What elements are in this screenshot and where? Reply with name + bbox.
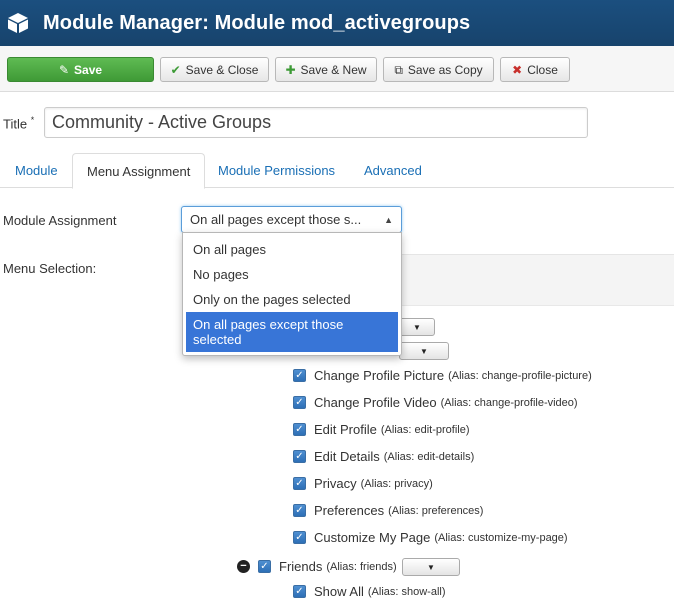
item-name: Friends [279, 559, 323, 574]
title-label: Title * [3, 115, 34, 131]
dropdown-option[interactable]: On all pages [183, 242, 401, 257]
checkbox-checked-icon[interactable]: ✓ [293, 585, 306, 598]
item-name: Edit Profile [314, 422, 377, 437]
item-name: Customize My Page [314, 530, 431, 545]
select-value: On all pages except those s... [190, 212, 362, 227]
list-item[interactable]: ✓ Change Profile Picture (Alias: change-… [293, 368, 592, 383]
list-item[interactable]: ✓ Change Profile Video (Alias: change-pr… [293, 395, 578, 410]
item-alias: (Alias: show-all) [367, 585, 446, 598]
item-name: Change Profile Picture [314, 368, 445, 383]
tab-bar: Module Menu Assignment Module Permission… [0, 153, 674, 189]
checkbox-checked-icon[interactable]: ✓ [293, 531, 306, 544]
module-assignment-label: Module Assignment [3, 213, 117, 228]
item-alias: (Alias: edit-profile) [380, 423, 470, 436]
item-name: Privacy [314, 476, 357, 491]
menu-options-button[interactable]: ▼ [399, 342, 449, 360]
close-label: Close [527, 62, 558, 77]
item-alias: (Alias: friends) [326, 560, 397, 573]
caret-down-icon: ▼ [427, 562, 435, 572]
title-input-value: Community - Active Groups [52, 112, 272, 132]
check-icon: ✔ [170, 62, 181, 77]
menu-selection-label: Menu Selection: [3, 261, 97, 276]
list-item[interactable]: ✓ Edit Details (Alias: edit-details) [293, 449, 474, 464]
close-button[interactable]: ✖ Close [500, 57, 570, 82]
item-alias: (Alias: change-profile-video) [440, 396, 578, 409]
save-button-label: Save [74, 62, 103, 77]
checkbox-checked-icon[interactable]: ✓ [293, 369, 306, 382]
save-copy-button[interactable]: ⧉ Save as Copy [383, 57, 494, 82]
save-close-label: Save & Close [185, 62, 259, 77]
assignment-dropdown: On all pages No pages Only on the pages … [182, 232, 402, 356]
save-copy-label: Save as Copy [407, 62, 483, 77]
checkbox-checked-icon[interactable]: ✓ [293, 504, 306, 517]
module-assignment-select[interactable]: On all pages except those s... ▲ [181, 206, 402, 233]
item-alias: (Alias: preferences) [388, 504, 484, 517]
item-alias: (Alias: customize-my-page) [434, 531, 568, 544]
required-marker: * [30, 115, 35, 125]
save-new-button[interactable]: ✚ Save & New [275, 57, 377, 82]
save-new-label: Save & New [300, 62, 367, 77]
checkbox-checked-icon[interactable]: ✓ [258, 560, 271, 573]
close-icon: ✖ [512, 62, 523, 77]
checkbox-checked-icon[interactable]: ✓ [293, 450, 306, 463]
list-item[interactable]: ✓ Customize My Page (Alias: customize-my… [293, 530, 568, 545]
checkbox-checked-icon[interactable]: ✓ [293, 396, 306, 409]
cube-icon [8, 13, 28, 33]
edit-icon: ✎ [58, 62, 70, 77]
list-item[interactable]: ✓ Preferences (Alias: preferences) [293, 503, 483, 518]
list-item[interactable]: ✓ Friends (Alias: friends) [258, 559, 397, 574]
title-input[interactable]: Community - Active Groups [44, 107, 588, 138]
dropdown-option[interactable]: Only on the pages selected [183, 292, 401, 307]
friends-options-button[interactable]: ▼ [402, 558, 460, 576]
list-item[interactable]: ✓ Show All (Alias: show-all) [293, 584, 446, 599]
copy-icon: ⧉ [394, 62, 403, 77]
item-alias: (Alias: edit-details) [383, 450, 475, 463]
dropdown-option[interactable]: No pages [183, 267, 401, 282]
plus-icon: ✚ [285, 62, 296, 77]
page-title: Module Manager: Module mod_activegroups [43, 11, 471, 34]
item-alias: (Alias: privacy) [360, 477, 433, 490]
item-alias: (Alias: change-profile-picture) [448, 369, 592, 382]
list-item[interactable]: ✓ Edit Profile (Alias: edit-profile) [293, 422, 470, 437]
caret-up-icon: ▲ [384, 214, 393, 225]
item-name: Preferences [314, 503, 385, 518]
checkbox-checked-icon[interactable]: ✓ [293, 423, 306, 436]
page-header: Module Manager: Module mod_activegroups [0, 0, 674, 46]
list-item[interactable]: ✓ Privacy (Alias: privacy) [293, 476, 433, 491]
tab-menu-assignment[interactable]: Menu Assignment [72, 153, 206, 189]
tab-module-permissions[interactable]: Module Permissions [204, 153, 349, 188]
caret-down-icon: ▼ [413, 322, 421, 332]
dropdown-option-selected[interactable]: On all pages except those selected [186, 312, 398, 352]
collapse-icon[interactable]: − [237, 560, 250, 573]
save-button[interactable]: ✎ Save [7, 57, 154, 82]
title-label-text: Title [3, 116, 28, 132]
item-name: Change Profile Video [314, 395, 437, 410]
item-name: Show All [314, 584, 364, 599]
checkbox-checked-icon[interactable]: ✓ [293, 477, 306, 490]
tab-module[interactable]: Module [1, 153, 72, 188]
menu-options-button[interactable]: ▼ [399, 318, 435, 336]
tab-advanced[interactable]: Advanced [350, 153, 436, 188]
toolbar: ✎ Save ✔ Save & Close ✚ Save & New ⧉ Sav… [0, 46, 674, 92]
item-name: Edit Details [314, 449, 380, 464]
caret-down-icon: ▼ [420, 346, 428, 356]
save-close-button[interactable]: ✔ Save & Close [160, 57, 269, 82]
